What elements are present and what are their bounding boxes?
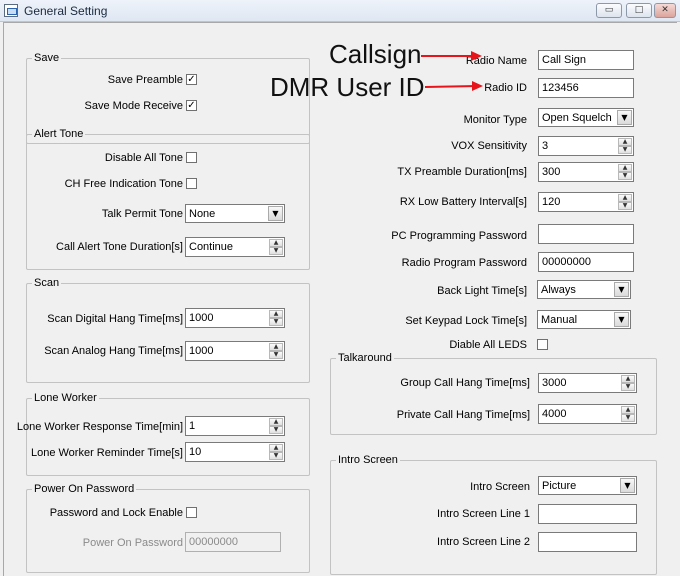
dmr-user-id-arrow [424,85,478,88]
annotation-arrows [421,51,483,91]
callsign-arrowhead [471,51,482,61]
dmr-user-id-arrowhead [472,81,483,91]
arrow-layer [421,51,483,91]
